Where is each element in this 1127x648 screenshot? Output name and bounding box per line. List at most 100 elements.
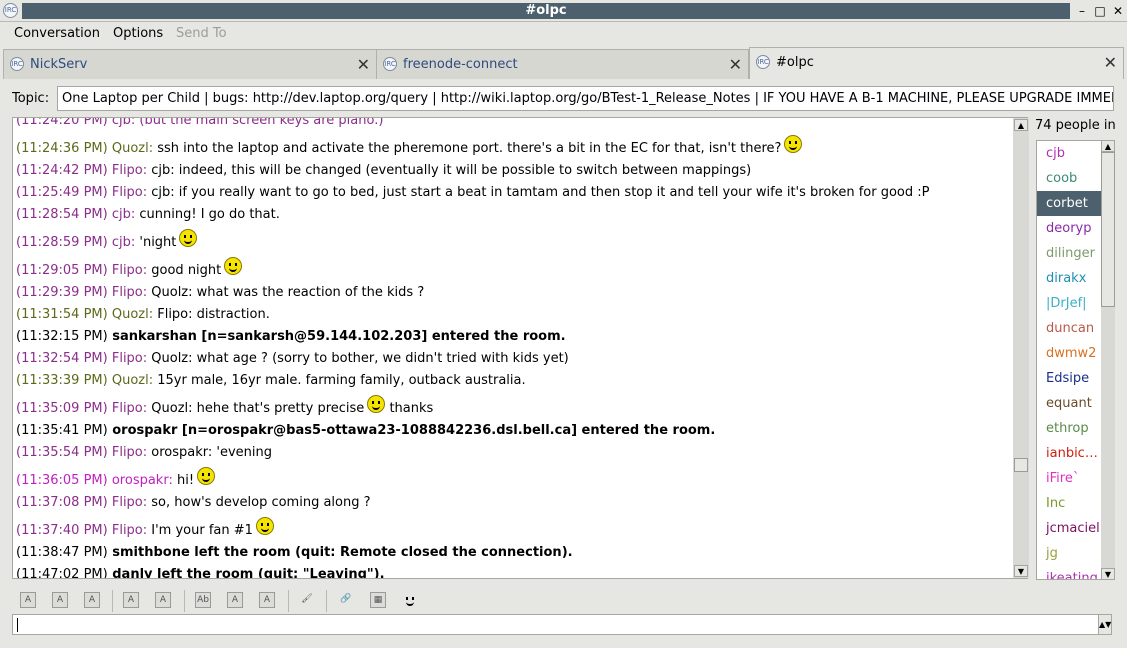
background-color-icon[interactable]: A	[259, 592, 275, 608]
minimize-icon[interactable]: –	[1074, 3, 1090, 19]
toolbar-separator	[184, 590, 185, 612]
smiley-icon	[255, 517, 274, 535]
topic-field[interactable]: One Laptop per Child | bugs: http://dev.…	[57, 86, 1114, 111]
chat-timestamp-sender: (11:25:49 PM) Flipo:	[16, 185, 148, 200]
topic-row: Topic: One Laptop per Child | bugs: http…	[0, 84, 1127, 114]
close-icon[interactable]: ✕	[1104, 53, 1117, 72]
text-caret	[17, 618, 18, 632]
scroll-down-icon[interactable]: ▼	[1014, 565, 1028, 577]
people-list-item[interactable]: dwmw2	[1037, 341, 1101, 366]
people-list-item[interactable]: iFire`	[1037, 466, 1101, 491]
people-list[interactable]: cjb coob corbet deoryp dilinger dirakx |DrJef|…	[1036, 140, 1102, 580]
toolbar-separator	[288, 590, 289, 612]
chat-message-text: orospakr: 'evening	[147, 445, 272, 460]
people-list-item[interactable]: dirakx	[1037, 266, 1101, 291]
chat-line: (11:47:02 PM) danly left the room (quit:…	[16, 564, 1007, 579]
tab-olpc[interactable]: IRC #olpc ✕	[749, 47, 1124, 79]
smiley-icon	[197, 467, 216, 485]
insert-image-icon[interactable]: ▦	[370, 592, 386, 608]
people-list-item[interactable]: duncan	[1037, 316, 1101, 341]
chat-timestamp-sender: (11:36:05 PM) orospakr:	[16, 473, 173, 488]
underline-icon[interactable]: A	[84, 592, 100, 608]
scroll-up-icon[interactable]: ▲	[1101, 140, 1115, 152]
scroll-up-icon[interactable]: ▲	[1014, 119, 1028, 131]
people-list-item[interactable]: equant	[1037, 391, 1101, 416]
input-spin-icon[interactable]: ▲▼	[1098, 614, 1112, 635]
people-list-item[interactable]: ethrop	[1037, 416, 1101, 441]
tab-bar: IRC NickServ ✕ IRC freenode-connect ✕ IR…	[0, 47, 1127, 79]
shrink-font-icon[interactable]: A	[155, 592, 171, 608]
chat-line: (11:37:40 PM) Flipo: I'm your fan #1	[16, 514, 1007, 542]
people-list-item[interactable]: corbet	[1037, 191, 1101, 216]
irc-icon: IRC	[10, 57, 24, 71]
menu-bar: Conversation Options Send To	[0, 23, 1127, 45]
menu-send-to[interactable]: Send To	[176, 26, 227, 41]
window-title: #olpc	[22, 3, 1070, 19]
people-list-item[interactable]: coob	[1037, 166, 1101, 191]
chat-message-text: Quozl: hehe that's pretty precise	[147, 401, 365, 416]
people-list-item[interactable]: Inc	[1037, 491, 1101, 516]
insert-link-icon[interactable]: 🔗	[338, 592, 354, 608]
close-icon[interactable]: ✕	[1110, 3, 1126, 19]
menu-conversation[interactable]: Conversation	[14, 26, 100, 41]
chat-line: (11:35:54 PM) Flipo: orospakr: 'evening	[16, 442, 1007, 464]
bold-icon[interactable]: A	[20, 592, 36, 608]
chat-timestamp-sender: (11:24:42 PM) Flipo:	[16, 163, 148, 178]
chat-timestamp-sender: (11:29:39 PM) Flipo:	[16, 285, 148, 300]
tab-nickserv[interactable]: IRC NickServ ✕	[3, 49, 377, 79]
chat-message-text: sankarshan [n=sankarsh@59.144.102.203] e…	[107, 329, 566, 344]
chat-log[interactable]: (11:24:20 PM) cjb: (but the main screen …	[12, 117, 1028, 579]
chat-timestamp-sender: (11:24:36 PM) Quozl:	[16, 141, 154, 156]
chat-timestamp-sender: (11:37:08 PM) Flipo:	[16, 495, 148, 510]
scrollbar-thumb[interactable]	[1101, 152, 1115, 307]
chat-message-text: danly left the room (quit: "Leaving").	[107, 567, 385, 579]
chat-message-text: hi!	[172, 473, 195, 488]
foreground-color-icon[interactable]: A	[227, 592, 243, 608]
people-list-item[interactable]: |DrJef|	[1037, 291, 1101, 316]
font-face-icon[interactable]: Ab	[195, 592, 211, 608]
chat-lines: (11:24:20 PM) cjb: (but the main screen …	[16, 118, 1007, 579]
title-bar: IRC #olpc – □ ✕	[0, 0, 1127, 22]
grow-font-icon[interactable]: A	[123, 592, 139, 608]
chat-timestamp-sender: (11:33:39 PM) Quozl:	[16, 373, 154, 388]
italic-icon[interactable]: A	[52, 592, 68, 608]
smiley-icon	[224, 257, 243, 275]
chat-message-text: Quolz: what age ? (sorry to bother, we d…	[147, 351, 569, 366]
people-list-item[interactable]: cjb	[1037, 141, 1101, 166]
chat-message-text: Flipo: distraction.	[153, 307, 270, 322]
chat-timestamp-sender: (11:35:41 PM)	[16, 423, 108, 438]
irc-icon: IRC	[756, 55, 770, 69]
people-list-item[interactable]: ianbicking	[1037, 441, 1101, 466]
people-list-item[interactable]: jkeating	[1037, 566, 1101, 579]
people-list-item[interactable]: jcmaciel	[1037, 516, 1101, 541]
chat-message-text: ssh into the laptop and activate the phe…	[153, 141, 782, 156]
reset-formatting-icon[interactable]: 🖌	[299, 592, 315, 608]
people-scrollbar[interactable]: ▲ ▼	[1101, 140, 1115, 580]
chat-timestamp-sender: (11:31:54 PM) Quozl:	[16, 307, 154, 322]
maximize-icon[interactable]: □	[1092, 3, 1108, 19]
chat-timestamp-sender: (11:35:09 PM) Flipo:	[16, 401, 148, 416]
chat-scrollbar[interactable]: ▲ ▼	[1013, 118, 1029, 578]
scrollbar-thumb[interactable]	[1014, 458, 1028, 472]
chat-message-text: good night	[147, 263, 222, 278]
message-input[interactable]	[12, 614, 1099, 635]
chat-message-tail: thanks	[385, 401, 434, 416]
chat-line: (11:33:39 PM) Quozl: 15yr male, 16yr mal…	[16, 370, 1007, 392]
chat-message-text: cjb: indeed, this will be changed (event…	[147, 163, 752, 178]
tab-freenode-connect[interactable]: IRC freenode-connect ✕	[376, 49, 749, 79]
chat-message-text: orospakr [n=orospakr@bas5-ottawa23-10888…	[107, 423, 716, 438]
menu-options[interactable]: Options	[113, 26, 163, 41]
people-list-item[interactable]: jg	[1037, 541, 1101, 566]
chat-line: (11:32:54 PM) Flipo: Quolz: what age ? (…	[16, 348, 1007, 370]
close-icon[interactable]: ✕	[357, 55, 370, 74]
toolbar-separator	[326, 590, 327, 612]
scroll-down-icon[interactable]: ▼	[1101, 568, 1115, 580]
chat-message-text: cunning! I go do that.	[135, 207, 280, 222]
insert-smiley-icon[interactable]	[402, 592, 418, 608]
people-list-item[interactable]: Edsipe	[1037, 366, 1101, 391]
people-list-item[interactable]: dilinger	[1037, 241, 1101, 266]
close-icon[interactable]: ✕	[729, 55, 742, 74]
chat-message-text: 'night	[135, 235, 177, 250]
people-list-item[interactable]: deoryp	[1037, 216, 1101, 241]
people-count: 74 people in room	[1035, 118, 1115, 133]
